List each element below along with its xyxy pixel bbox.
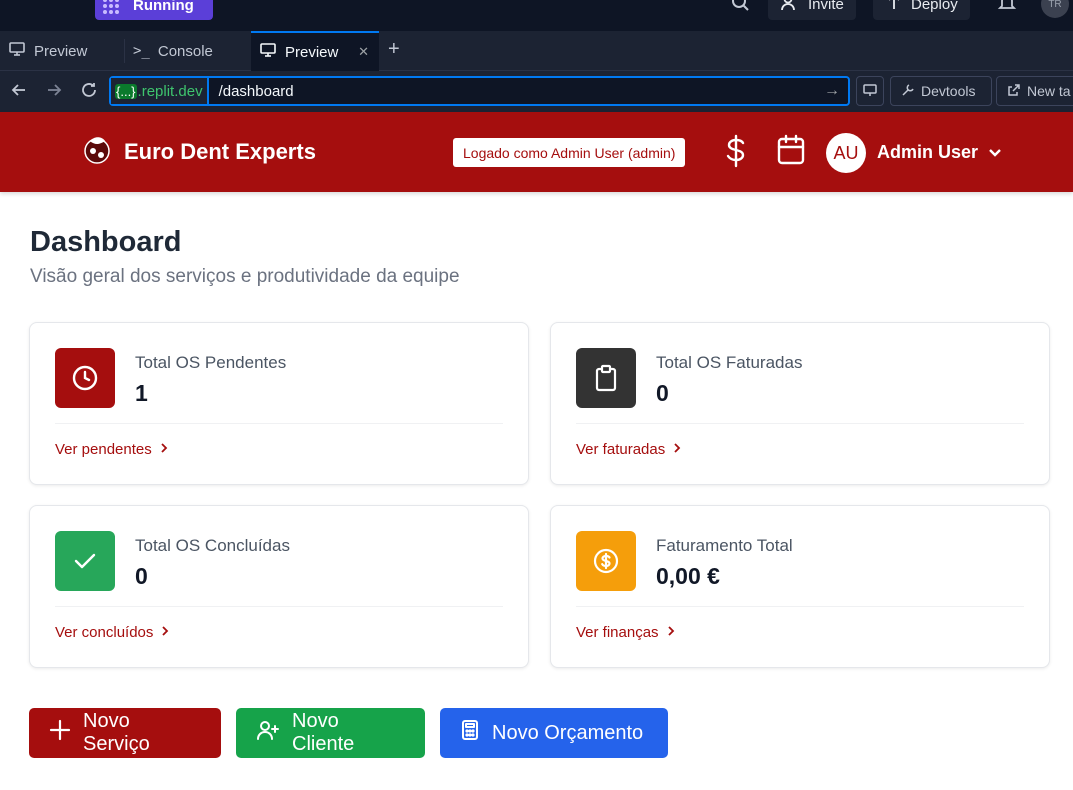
card-label: Total OS Pendentes	[135, 353, 287, 372]
wrench-icon	[901, 83, 915, 100]
tab-preview-1[interactable]: Preview	[0, 31, 124, 71]
reload-icon[interactable]	[80, 81, 98, 104]
add-tab-icon[interactable]: +	[388, 39, 400, 59]
url-input[interactable]: {...} .replit.dev /dashboard →	[109, 76, 850, 106]
novo-servico-button[interactable]: Novo Serviço	[29, 708, 221, 758]
url-domain: {...} .replit.dev	[111, 78, 209, 104]
deploy-label: Deploy	[911, 0, 958, 13]
external-link-icon	[1007, 83, 1021, 100]
card-divider	[576, 423, 1024, 424]
running-status-button[interactable]: Running	[95, 0, 213, 20]
url-domain-text: .replit.dev	[137, 82, 203, 100]
clock-icon	[55, 348, 115, 408]
url-domain-brace: {...}	[115, 83, 137, 99]
novo-orcamento-button[interactable]: Novo Orçamento	[440, 708, 668, 758]
ver-faturadas-link[interactable]: Ver faturadas	[576, 441, 681, 458]
chevron-right-icon	[160, 441, 168, 458]
monitor-icon	[862, 82, 878, 101]
search-icon[interactable]	[730, 0, 750, 17]
card-faturadas: Total OS Faturadas 0 Ver faturadas	[550, 322, 1050, 485]
check-icon	[55, 531, 115, 591]
account-avatar[interactable]: TR	[1041, 0, 1069, 18]
link-label: Ver pendentes	[55, 441, 152, 458]
chevron-right-icon	[667, 624, 675, 641]
replit-logo-icon	[103, 0, 121, 14]
link-label: Ver concluídos	[55, 624, 154, 641]
app-header: Euro Dent Experts Logado como Admin User…	[0, 112, 1073, 192]
tab-console[interactable]: >_ Console	[125, 31, 251, 71]
user-menu-button[interactable]: Admin User	[877, 142, 1002, 163]
clipboard-icon	[576, 348, 636, 408]
back-arrow-icon[interactable]	[10, 81, 28, 104]
card-label: Total OS Faturadas	[656, 353, 803, 372]
monitor-icon	[259, 41, 277, 63]
card-divider	[576, 606, 1024, 607]
login-status-badge: Logado como Admin User (admin)	[453, 138, 686, 167]
card-faturamento: Faturamento Total 0,00 € Ver finanças	[550, 505, 1050, 668]
card-label: Faturamento Total	[656, 536, 793, 555]
close-icon[interactable]: ✕	[358, 44, 369, 60]
plus-icon	[49, 719, 71, 747]
url-bar: {...} .replit.dev /dashboard → Devtools …	[0, 71, 1073, 112]
card-divider	[55, 423, 503, 424]
devtools-button[interactable]: Devtools	[890, 76, 992, 106]
brand-name: Euro Dent Experts	[124, 139, 316, 164]
deploy-icon	[885, 0, 903, 15]
bell-icon[interactable]	[997, 0, 1017, 17]
button-label: Novo Serviço	[83, 710, 150, 755]
dollar-circle-icon	[576, 531, 636, 591]
chevron-right-icon	[673, 441, 681, 458]
tab-label: Console	[157, 42, 213, 60]
ver-pendentes-link[interactable]: Ver pendentes	[55, 441, 168, 458]
calculator-icon	[460, 719, 480, 747]
ver-concluidos-link[interactable]: Ver concluídos	[55, 624, 169, 641]
tab-label: Preview	[285, 43, 339, 61]
card-pendentes: Total OS Pendentes 1 Ver pendentes	[29, 322, 529, 485]
new-tab-button[interactable]: New ta	[996, 76, 1073, 106]
tab-bar: Preview >_ Console Preview ✕ +	[0, 31, 1073, 71]
tab-preview-active[interactable]: Preview ✕	[251, 31, 379, 71]
user-name-label: Admin User	[877, 142, 979, 162]
novo-cliente-button[interactable]: Novo Cliente	[236, 708, 425, 758]
user-plus-icon	[780, 0, 800, 16]
new-tab-label: New ta	[1027, 83, 1071, 99]
terminal-icon: >_	[133, 43, 150, 59]
card-concluidas: Total OS Concluídas 0 Ver concluídos	[29, 505, 529, 668]
user-avatar[interactable]: AU	[826, 133, 866, 173]
invite-label: Invite	[808, 0, 844, 13]
card-label: Total OS Concluídas	[135, 536, 290, 555]
button-label: Novo Cliente	[292, 710, 355, 755]
replit-topbar: Running Invite Deploy TR	[0, 0, 1073, 31]
card-value: 1	[135, 380, 148, 406]
ver-financas-link[interactable]: Ver finanças	[576, 624, 675, 641]
link-label: Ver finanças	[576, 624, 659, 641]
brand-logo-link[interactable]: Euro Dent Experts	[80, 132, 316, 172]
card-value: 0	[135, 563, 148, 589]
card-value: 0	[656, 380, 669, 406]
tab-label: Preview	[34, 42, 88, 60]
page-subtitle: Visão geral dos serviços e produtividade…	[30, 266, 460, 287]
brand-logo-icon	[80, 132, 114, 172]
card-value: 0,00 €	[656, 563, 720, 589]
deploy-button[interactable]: Deploy	[873, 0, 970, 20]
invite-button[interactable]: Invite	[768, 0, 856, 20]
forward-arrow-icon[interactable]	[45, 81, 63, 104]
devtools-label: Devtools	[921, 83, 976, 99]
calendar-icon[interactable]	[776, 134, 806, 171]
monitor-icon	[8, 40, 26, 62]
go-arrow-icon[interactable]: →	[824, 82, 840, 100]
dollar-icon[interactable]	[722, 134, 750, 173]
running-label: Running	[133, 0, 194, 14]
card-divider	[55, 606, 503, 607]
chevron-right-icon	[161, 624, 169, 641]
page-title: Dashboard	[30, 226, 182, 258]
button-label: Novo Orçamento	[492, 721, 644, 744]
user-plus-icon	[256, 719, 280, 747]
link-label: Ver faturadas	[576, 441, 666, 458]
chevron-down-icon	[988, 142, 1002, 163]
device-toggle-button[interactable]	[856, 76, 884, 106]
url-path[interactable]: /dashboard	[209, 83, 824, 100]
